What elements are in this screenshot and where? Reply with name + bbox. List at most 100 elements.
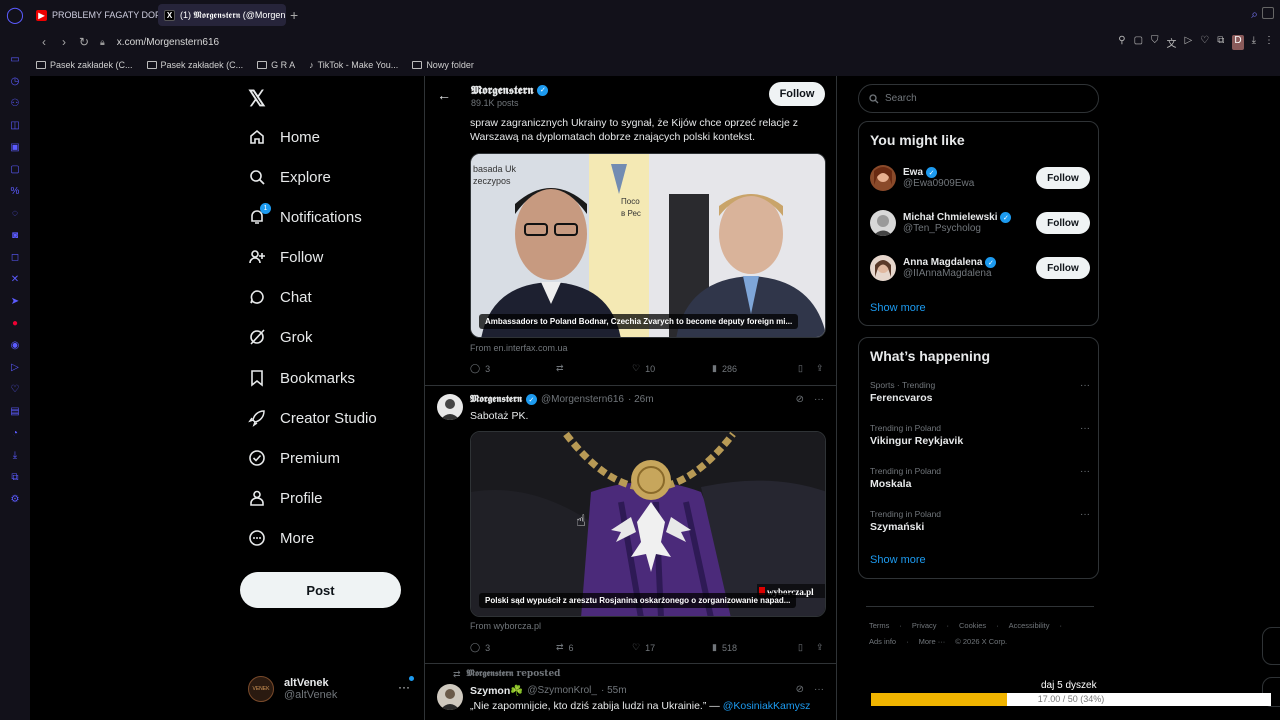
sidebar-icon[interactable]: ▭ xyxy=(10,54,21,65)
extension-icon[interactable]: ⧉ xyxy=(1217,35,1224,50)
link-card[interactable]: wyborcza.pl Polski sąd wypuścił z areszt… xyxy=(470,431,826,617)
nav-chat[interactable]: Chat xyxy=(248,285,312,309)
like-button[interactable]: ♡ 17 xyxy=(632,642,712,653)
bookmark-item[interactable]: Nowy folder xyxy=(412,60,474,70)
sidebar-icon[interactable]: ◫ xyxy=(10,120,21,131)
show-more-link[interactable]: Show more xyxy=(870,302,926,314)
account-switcher[interactable]: VENEK altVenek @altVenek ··· xyxy=(248,674,418,704)
url-field[interactable]: x.com/Morgenstern616 xyxy=(117,37,219,48)
more-icon[interactable]: ··· xyxy=(1080,380,1090,391)
follow-button[interactable]: Follow xyxy=(1036,167,1090,189)
tweet-handle[interactable]: @SzymonKrol_ xyxy=(527,685,597,696)
nav-home[interactable]: Home xyxy=(248,125,320,149)
tab-search-icon[interactable]: ⌕ xyxy=(1251,7,1258,22)
bookmark-button[interactable]: ▯ xyxy=(798,642,816,653)
footer-link[interactable]: Ads info xyxy=(869,637,896,646)
lock-icon[interactable]: 🔒︎ xyxy=(100,37,105,48)
messenger-icon[interactable]: ◌ xyxy=(10,208,21,219)
footer-link[interactable]: Cookies xyxy=(959,621,986,630)
tab-x[interactable]: X (1) 𝕸𝖔𝖗𝖌𝖊𝖓𝖘𝖙𝖊𝖗𝖓 (@Morgen xyxy=(158,4,286,26)
more-icon[interactable]: ··· xyxy=(1080,466,1090,477)
profile-icon[interactable]: D xyxy=(1232,35,1244,50)
share-button[interactable]: ⇪ xyxy=(816,642,824,653)
x-sidebar-icon[interactable]: ✕ xyxy=(10,274,21,285)
x-logo[interactable]: 𝕏 xyxy=(248,86,266,112)
nav-profile[interactable]: Profile xyxy=(248,486,323,510)
play-icon[interactable]: ▷ xyxy=(1185,35,1193,50)
forward-icon[interactable]: › xyxy=(58,35,70,49)
suggested-user[interactable]: Ewa ✓ @Ewa0909Ewa Follow xyxy=(870,163,1090,193)
opera-logo[interactable]: ◯ xyxy=(0,0,30,30)
nav-explore[interactable]: Explore xyxy=(248,165,331,189)
sidebar-icon[interactable]: ◷ xyxy=(10,76,21,87)
sidebar-icon[interactable]: ▣ xyxy=(10,142,21,153)
instagram-icon[interactable]: ◻ xyxy=(10,252,21,263)
trend-item[interactable]: Trending in Poland Vikingur Reykjavik ··… xyxy=(870,423,1090,447)
menu-icon[interactable]: ⋮ xyxy=(1264,35,1274,50)
tweet-handle[interactable]: @Morgenstern616 xyxy=(541,394,624,405)
follow-button[interactable]: Follow xyxy=(1036,212,1090,234)
search-box[interactable] xyxy=(858,84,1099,113)
settings-icon[interactable]: ⚙ xyxy=(10,494,21,505)
repost-button[interactable]: ⇄ 6 xyxy=(556,642,632,653)
sidebar-icon[interactable]: % xyxy=(10,186,21,197)
bookmark-item[interactable]: Pasek zakładek (C... xyxy=(36,60,133,70)
back-arrow-icon[interactable]: ← xyxy=(437,87,451,103)
tweet-avatar[interactable] xyxy=(437,394,463,420)
heart-icon[interactable]: ♡ xyxy=(10,384,21,395)
sidebar-icon[interactable]: ▢ xyxy=(10,164,21,175)
translate-icon[interactable]: 文 xyxy=(1167,35,1177,50)
pin-icon[interactable]: ⚲ xyxy=(1118,35,1125,50)
tweet-time[interactable]: · 26m xyxy=(628,394,654,405)
discord-icon[interactable]: ◙ xyxy=(10,230,21,241)
more-icon[interactable]: ··· xyxy=(398,680,410,694)
views-button[interactable]: ▮ 286 xyxy=(712,363,798,374)
tweet-author[interactable]: 𝕸𝖔𝖗𝖌𝖊𝖓𝖘𝖙𝖊𝖗𝖓 xyxy=(470,394,522,405)
more-icon[interactable]: ··· xyxy=(814,684,824,695)
nav-notifications[interactable]: 1 Notifications xyxy=(248,203,362,229)
bookmark-item[interactable]: G R A xyxy=(257,60,295,70)
nav-bookmarks[interactable]: Bookmarks xyxy=(248,366,355,390)
link-card[interactable]: basada Uk zeczypos Посо в Рес Ambassador… xyxy=(470,153,826,338)
trend-item[interactable]: Sports · Trending Ferencvaros ··· xyxy=(870,380,1090,404)
card-source[interactable]: From wyborcza.pl xyxy=(470,621,541,631)
suggested-user[interactable]: Anna Magdalena ✓ @IIAnnaMagdalena Follow xyxy=(870,253,1090,283)
footer-link[interactable]: Accessibility xyxy=(1009,621,1050,630)
grok-float-button[interactable] xyxy=(1262,627,1280,665)
snapshot-icon[interactable]: ▢ xyxy=(1134,35,1143,50)
tweet-time[interactable]: · 55m xyxy=(601,685,627,696)
bookmark-button[interactable]: ▯ xyxy=(798,363,816,374)
search-input[interactable] xyxy=(885,93,1085,104)
grok-icon[interactable]: ⊘ xyxy=(796,394,804,405)
grok-icon[interactable]: ⊘ xyxy=(796,684,804,695)
window-icon[interactable] xyxy=(1262,7,1274,19)
heart-icon[interactable]: ♡ xyxy=(1200,35,1209,50)
history-icon[interactable]: ◔ xyxy=(10,428,21,439)
share-button[interactable]: ⇪ xyxy=(816,363,824,374)
post-button[interactable]: Post xyxy=(240,572,401,608)
sidebar-icon[interactable]: ◉ xyxy=(10,340,21,351)
more-icon[interactable]: ··· xyxy=(814,394,824,405)
like-button[interactable]: ♡ 10 xyxy=(632,363,712,374)
sidebar-icon[interactable]: ● xyxy=(10,318,21,329)
sidebar-icon[interactable]: ⚇ xyxy=(10,98,21,109)
mention-link[interactable]: @KosiniakKamysz xyxy=(723,700,811,712)
tweet-author[interactable]: Szymon☘️ xyxy=(470,684,523,697)
reload-icon[interactable]: ↻ xyxy=(78,35,90,49)
nav-creator-studio[interactable]: Creator Studio xyxy=(248,406,377,430)
tweet-avatar[interactable] xyxy=(437,684,463,710)
more-icon[interactable]: ··· xyxy=(1080,509,1090,520)
player-icon[interactable]: ▷ xyxy=(10,362,21,373)
nav-more[interactable]: More xyxy=(248,526,314,550)
tab-youtube[interactable]: ▶ PROBLEMY FAGATY DOPI xyxy=(30,4,158,26)
views-button[interactable]: ▮ 518 xyxy=(712,642,798,653)
footer-link[interactable]: Terms xyxy=(869,621,889,630)
trend-item[interactable]: Trending in Poland Moskala ··· xyxy=(870,466,1090,490)
new-tab-button[interactable]: + xyxy=(290,7,298,23)
nav-grok[interactable]: Grok xyxy=(248,325,313,349)
footer-link[interactable]: Privacy xyxy=(912,621,937,630)
reply-button[interactable]: ◯ 3 xyxy=(470,642,556,653)
card-source[interactable]: From en.interfax.com.ua xyxy=(470,343,568,353)
extensions-icon[interactable]: ⧉ xyxy=(10,472,21,483)
telegram-icon[interactable]: ➤ xyxy=(10,296,21,307)
